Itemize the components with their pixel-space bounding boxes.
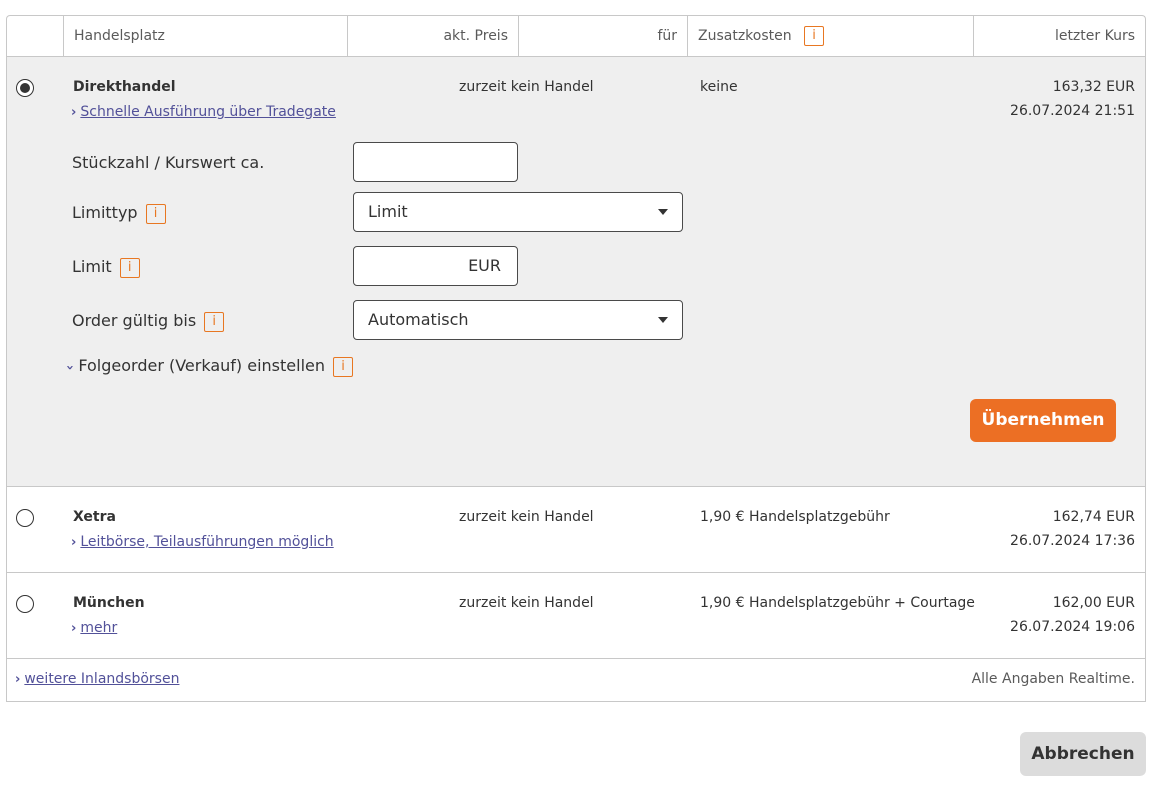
follow-order-toggle[interactable]: ›Folgeorder (Verkauf) einstellen i — [62, 356, 353, 377]
chevron-down-icon: › — [62, 364, 78, 371]
header-letzter-kurs: letzter Kurs — [1054, 28, 1135, 44]
radio-muenchen[interactable] — [16, 595, 34, 613]
info-icon[interactable]: i — [145, 203, 166, 224]
follow-order-label[interactable]: Folgeorder (Verkauf) einstellen — [78, 356, 325, 375]
market-info-link-text[interactable]: Schnelle Ausführung über Tradegate — [80, 104, 336, 120]
market-last-price: 162,00 EUR 26.07.2024 19:06 — [1010, 591, 1135, 639]
header-select-column — [7, 16, 64, 56]
limit-type-selected-value[interactable]: Limit — [368, 193, 408, 231]
header-akt-preis: akt. Preis — [348, 16, 519, 56]
more-exchanges-link-text[interactable]: weitere Inlandsbörsen — [24, 671, 179, 687]
market-name: Direkthandel — [73, 79, 176, 95]
limit-currency-unit: EUR — [468, 256, 501, 275]
valid-until-selected-value[interactable]: Automatisch — [368, 301, 469, 339]
market-info-link[interactable]: › mehr — [71, 620, 117, 636]
chevron-right-icon: › — [71, 535, 77, 550]
header-zusatzkosten-label: Zusatzkosten — [698, 28, 792, 44]
valid-until-label: Order gültig bis i — [72, 311, 225, 332]
chevron-right-icon: › — [71, 105, 77, 120]
market-cost: 1,90 € Handelsplatzgebühr + Courtage — [700, 595, 975, 611]
chevron-right-icon: › — [15, 672, 21, 687]
header-zusatzkosten: Zusatzkosten i — [688, 16, 974, 56]
limit-label-text: Limit — [72, 257, 112, 276]
market-price: zurzeit kein Handel — [459, 595, 594, 611]
more-exchanges-link[interactable]: › weitere Inlandsbörsen — [15, 671, 179, 687]
caret-down-icon — [658, 317, 668, 323]
quantity-label: Stückzahl / Kurswert ca. — [72, 153, 265, 172]
radio-direkthandel[interactable] — [16, 79, 34, 97]
market-info-link-text[interactable]: mehr — [80, 620, 117, 636]
market-last-price: 163,32 EUR 26.07.2024 21:51 — [1010, 75, 1135, 123]
limit-input[interactable]: EUR — [353, 246, 518, 286]
header-fuer: für — [519, 16, 688, 56]
table-row-muenchen: München › mehr zurzeit kein Handel 1,90 €… — [7, 573, 1145, 659]
info-icon[interactable]: i — [119, 257, 140, 278]
market-info-link[interactable]: › Leitbörse, Teilausführungen möglich — [71, 534, 334, 550]
last-price-value: 162,74 EUR — [1052, 509, 1135, 525]
radio-xetra[interactable] — [16, 509, 34, 527]
last-price-time: 26.07.2024 19:06 — [1010, 619, 1135, 635]
market-price: zurzeit kein Handel — [459, 79, 594, 95]
radio-selected-dot — [20, 83, 30, 93]
market-price: zurzeit kein Handel — [459, 509, 594, 525]
caret-down-icon — [658, 209, 668, 215]
limit-type-label-text: Limittyp — [72, 203, 138, 222]
table-header: Handelsplatz akt. Preis für Zusatzkosten… — [7, 16, 1145, 57]
market-info-link-text[interactable]: Leitbörse, Teilausführungen möglich — [80, 534, 333, 550]
info-icon[interactable]: i — [204, 311, 225, 332]
table-row-direkthandel: Direkthandel › Schnelle Ausführung über T… — [7, 57, 1145, 487]
apply-button[interactable]: Übernehmen — [970, 399, 1116, 442]
market-last-price: 162,74 EUR 26.07.2024 17:36 — [1010, 505, 1135, 553]
limit-label: Limit i — [72, 257, 140, 278]
market-cost: 1,90 € Handelsplatzgebühr — [700, 509, 890, 525]
last-price-value: 163,32 EUR — [1052, 79, 1135, 95]
limit-type-select[interactable]: Limit — [353, 192, 683, 232]
last-price-time: 26.07.2024 21:51 — [1010, 103, 1135, 119]
header-handelsplatz: Handelsplatz — [64, 16, 348, 56]
market-cost: keine — [700, 79, 738, 95]
info-icon[interactable]: i — [804, 26, 825, 46]
realtime-note: Alle Angaben Realtime. — [971, 671, 1135, 687]
market-name: München — [73, 595, 145, 611]
cancel-button[interactable]: Abbrechen — [1020, 732, 1146, 776]
chevron-right-icon: › — [71, 621, 77, 636]
limit-type-label: Limittyp i — [72, 203, 166, 224]
market-name: Xetra — [73, 509, 116, 525]
market-info-link[interactable]: › Schnelle Ausführung über Tradegate — [71, 104, 336, 120]
order-exchange-selection: Handelsplatz akt. Preis für Zusatzkosten… — [0, 0, 1160, 785]
table-footer: › weitere Inlandsbörsen Alle Angaben Real… — [7, 659, 1145, 702]
exchange-table: Handelsplatz akt. Preis für Zusatzkosten… — [6, 15, 1146, 702]
last-price-time: 26.07.2024 17:36 — [1010, 533, 1135, 549]
quantity-input[interactable] — [353, 142, 518, 182]
last-price-value: 162,00 EUR — [1052, 595, 1135, 611]
info-icon[interactable]: i — [333, 356, 353, 377]
table-row-xetra: Xetra › Leitbörse, Teilausführungen mögli… — [7, 487, 1145, 573]
valid-until-label-text: Order gültig bis — [72, 311, 197, 330]
valid-until-select[interactable]: Automatisch — [353, 300, 683, 340]
